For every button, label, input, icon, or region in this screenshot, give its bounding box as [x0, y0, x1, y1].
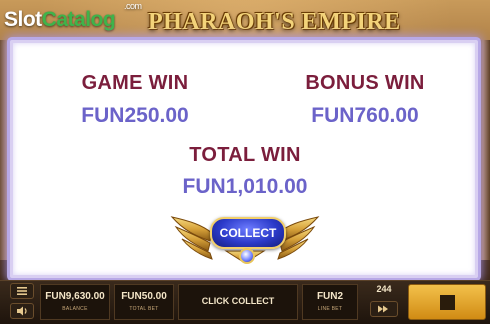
- speaker-icon: [17, 306, 27, 316]
- watermark-text-white: Slot: [4, 8, 42, 31]
- lines-control: 244: [364, 283, 404, 321]
- blue-orb-icon: [239, 248, 255, 264]
- lines-value: 244: [376, 284, 392, 294]
- watermark-suffix: .com: [124, 1, 142, 11]
- balance-label: BALANCE: [62, 306, 88, 312]
- message-display: CLICK COLLECT: [178, 284, 298, 320]
- balance-value: FUN9,630.00: [45, 291, 105, 302]
- watermark-text-green: Catalog: [41, 8, 116, 31]
- total-bet-value: FUN50.00: [121, 291, 167, 302]
- line-bet-label: LINE BET: [317, 306, 343, 312]
- win-summary-panel: GAME WIN FUN250.00 BONUS WIN FUN760.00 T…: [10, 40, 478, 278]
- game-win-label: GAME WIN: [81, 72, 189, 94]
- bonus-win-label: BONUS WIN: [305, 72, 425, 94]
- menu-icon: [17, 287, 27, 295]
- total-bet-display: FUN50.00 TOTAL BET: [114, 284, 174, 320]
- watermark-logo: SlotCatalog .com: [4, 1, 142, 32]
- game-win-value: FUN250.00: [81, 104, 189, 127]
- sound-button[interactable]: [10, 303, 34, 319]
- status-message: CLICK COLLECT: [201, 296, 275, 306]
- game-title-logo: PHARAOH'S EMPIRE: [148, 9, 401, 35]
- control-bar: FUN9,630.00 BALANCE FUN50.00 TOTAL BET C…: [0, 280, 490, 324]
- total-bet-label: TOTAL BET: [129, 306, 159, 312]
- fast-play-button[interactable]: [370, 301, 398, 317]
- stop-icon: [440, 295, 455, 310]
- line-bet-value: FUN2: [316, 291, 344, 302]
- total-win-label: TOTAL WIN: [189, 144, 301, 166]
- collect-button[interactable]: COLLECT: [210, 217, 286, 249]
- bonus-win-value: FUN760.00: [311, 104, 419, 127]
- line-bet-display[interactable]: FUN2 LINE BET: [302, 284, 358, 320]
- header: SlotCatalog .com PHARAOH'S EMPIRE: [0, 0, 490, 42]
- spin-stop-button[interactable]: [408, 284, 486, 320]
- balance-display: FUN9,630.00 BALANCE: [40, 284, 110, 320]
- total-win-value: FUN1,010.00: [182, 175, 308, 198]
- temple-pillar-right: [476, 40, 490, 260]
- menu-button[interactable]: [10, 283, 34, 299]
- fast-forward-icon: [378, 305, 388, 313]
